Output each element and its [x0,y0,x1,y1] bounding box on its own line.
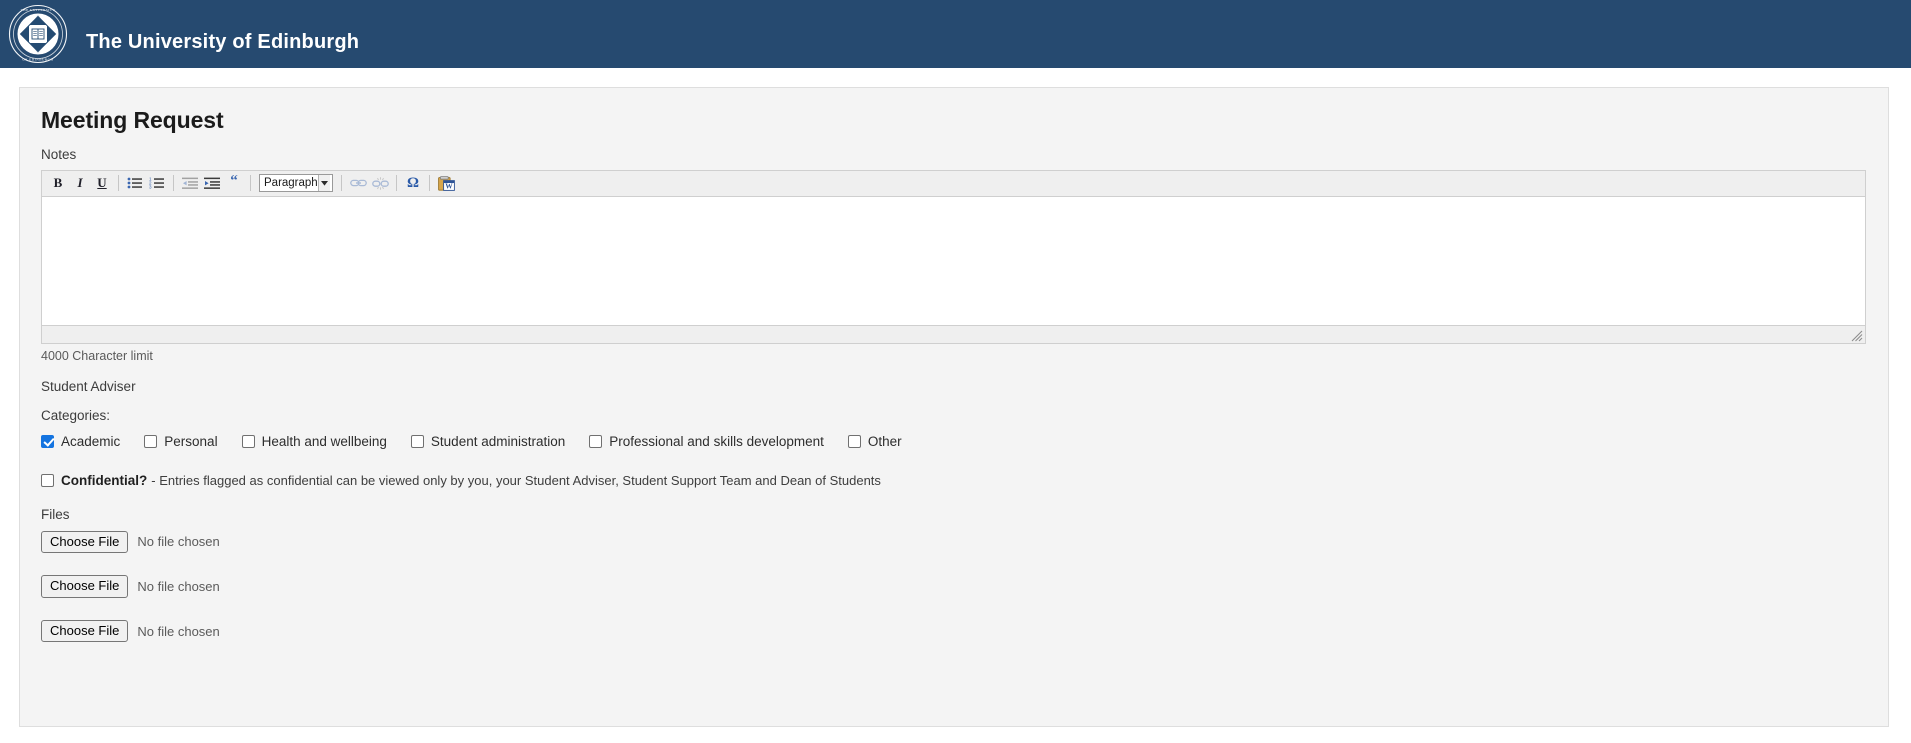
choose-file-button-2[interactable]: Choose File [41,575,129,598]
category-checkbox-student-administration[interactable]: Student administration [410,433,566,449]
notes-rich-text-editor: B I U 1 2 3 “ Paragraph Ω W [41,169,1866,344]
categories-label: Categories: [41,407,111,423]
checkbox-box[interactable] [41,434,54,448]
category-checkbox-academic[interactable]: Academic [41,434,120,449]
toolbar-divider [118,175,119,192]
unlink-icon[interactable] [369,172,391,194]
italic-icon[interactable]: I [69,172,91,194]
checkbox-box[interactable] [410,434,424,448]
category-label: Student administration [430,433,566,449]
file-status-2: No file chosen [137,578,220,594]
svg-text:W: W [445,181,453,190]
svg-text:3: 3 [149,185,152,190]
character-limit-text: 4000 Character limit [41,348,153,363]
choose-file-button-1[interactable]: Choose File [41,530,129,554]
toolbar-divider [341,175,342,192]
editor-status-bar [42,324,1865,343]
file-status-3: No file chosen [137,623,220,639]
files-label: Files [41,506,70,522]
university-crest-logo[interactable]: THE UNIVERSITY OF EDINBURGH [8,4,68,64]
category-label: Professional and skills development [609,433,824,449]
checkbox-box[interactable] [589,434,603,448]
student-adviser-label: Student Adviser [41,378,136,394]
underline-icon[interactable]: U [91,172,113,194]
site-header: THE UNIVERSITY OF EDINBURGH The Universi… [0,0,1911,68]
checkbox-box[interactable] [847,434,861,448]
category-label: Personal [164,433,218,449]
category-checkbox-other[interactable]: Other [847,433,902,449]
checkbox-box[interactable] [144,434,158,448]
bulleted-list-icon[interactable] [124,172,146,194]
page-title: Meeting Request [41,107,224,133]
category-label: Health and wellbeing [261,433,387,449]
file-upload-row-2: Choose File No file chosen [41,575,1866,598]
editor-toolbar: B I U 1 2 3 “ Paragraph Ω W [42,170,1865,197]
notes-editor-body[interactable] [42,196,1865,325]
paragraph-format-select[interactable]: Paragraph [259,174,333,193]
chevron-down-icon [317,175,330,192]
confidential-description: - Entries flagged as confidential can be… [151,472,881,488]
category-checkbox-health-and-wellbeing[interactable]: Health and wellbeing [241,433,387,449]
paste-from-word-icon[interactable]: W [435,172,457,194]
bold-icon[interactable]: B [47,172,69,194]
toolbar-divider [396,175,397,192]
outdent-icon[interactable] [179,172,201,194]
file-upload-row-1: Choose File No file chosen [41,530,1866,554]
confidential-checkbox[interactable] [41,473,54,487]
categories-checkbox-group: Academic Personal Health and wellbeing S… [41,434,1866,449]
confidential-row: Confidential? - Entries flagged as confi… [41,473,1866,488]
paragraph-format-value: Paragraph [264,177,318,190]
editor-resize-handle[interactable] [1849,328,1863,342]
category-label: Academic [61,433,121,449]
link-icon[interactable] [347,172,369,194]
site-title: The University of Edinburgh [86,31,360,53]
blockquote-icon[interactable]: “ [223,172,245,194]
meeting-request-form-card: Meeting Request Notes B I U 1 2 3 “ Para… [19,87,1889,727]
category-checkbox-personal[interactable]: Personal [144,433,218,449]
category-checkbox-professional-and-skills-development[interactable]: Professional and skills development [589,434,824,449]
category-label: Other [867,433,902,449]
confidential-label: Confidential? [61,472,148,488]
checkbox-box[interactable] [241,434,255,448]
file-upload-row-3: Choose File No file chosen [41,619,1866,643]
file-status-1: No file chosen [137,534,220,550]
notes-label: Notes [41,147,77,162]
toolbar-divider [250,175,251,192]
choose-file-button-3[interactable]: Choose File [41,619,129,643]
special-character-icon[interactable]: Ω [402,172,424,194]
toolbar-divider [173,175,174,192]
numbered-list-icon[interactable]: 1 2 3 [146,172,168,194]
svg-text:THE UNIVERSITY: THE UNIVERSITY [21,8,56,12]
indent-icon[interactable] [201,172,223,194]
toolbar-divider [429,175,430,192]
svg-text:OF EDINBURGH: OF EDINBURGH [22,57,53,61]
